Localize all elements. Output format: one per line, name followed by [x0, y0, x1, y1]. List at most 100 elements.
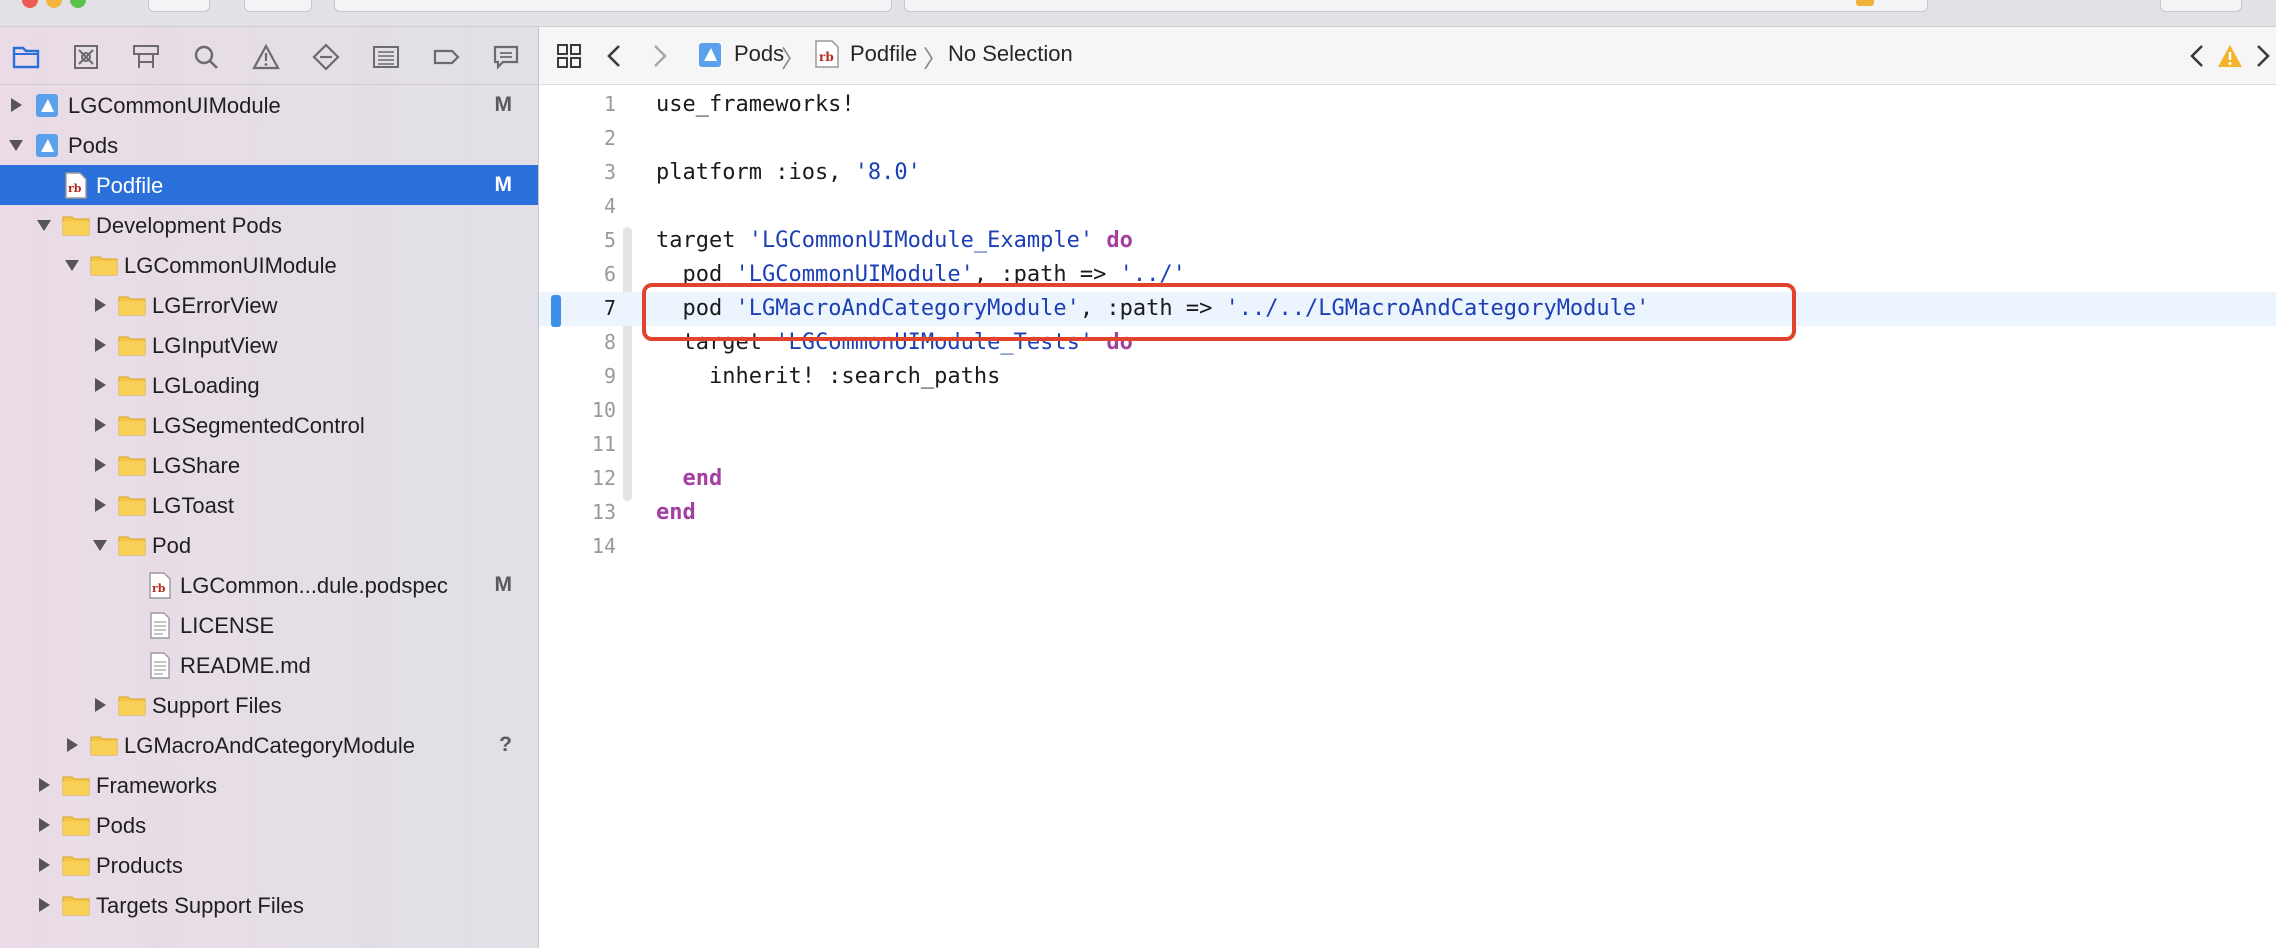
disclosure-collapsed-icon[interactable] — [92, 377, 108, 393]
tree-item-label: Pods — [68, 133, 119, 158]
svg-text:rb: rb — [68, 182, 82, 195]
tree-row[interactable]: LGCommonUIModule — [0, 245, 538, 285]
line-number: 10 — [591, 398, 616, 422]
disclosure-collapsed-icon[interactable] — [92, 337, 108, 353]
tree-row[interactable]: Support Files — [0, 685, 538, 725]
source-change-marker[interactable] — [551, 295, 561, 327]
tree-row[interactable]: Development Pods — [0, 205, 538, 245]
project-navigator-icon[interactable] — [10, 41, 42, 73]
minimize-window-button[interactable] — [46, 0, 62, 8]
code-line[interactable]: 4 — [539, 190, 2276, 224]
code-line[interactable]: 3 platform :ios, '8.0' — [539, 156, 2276, 190]
tree-row[interactable]: Targets Support Files — [0, 885, 538, 925]
report-icon[interactable] — [490, 41, 522, 73]
code-line[interactable]: 9 inherit! :search_paths — [539, 360, 2276, 394]
code-line[interactable]: 14 — [539, 530, 2276, 564]
tree-row[interactable]: Frameworks — [0, 765, 538, 805]
code-line[interactable]: 5 target 'LGCommonUIModule_Example' do — [539, 224, 2276, 258]
window-title-bar — [0, 0, 2276, 27]
tree-row[interactable]: LICENSE — [0, 605, 538, 645]
folder-icon — [90, 736, 118, 756]
source-control-icon[interactable] — [70, 41, 102, 73]
related-items-icon[interactable] — [553, 40, 585, 72]
tree-item-label: LGShare — [152, 453, 241, 478]
symbol-navigator-icon[interactable] — [130, 41, 162, 73]
ruby-file-icon: rb — [65, 172, 87, 199]
run-button[interactable] — [148, 0, 210, 12]
line-number: 8 — [603, 330, 616, 354]
code-line[interactable]: 11 — [539, 428, 2276, 462]
disclosure-collapsed-icon[interactable] — [92, 497, 108, 513]
disclosure-collapsed-icon[interactable] — [92, 457, 108, 473]
next-issue-icon[interactable] — [2246, 40, 2276, 72]
tree-row[interactable]: LGLoading — [0, 365, 538, 405]
tree-item-label: LGLoading — [152, 373, 260, 398]
annotation-highlight-box — [642, 283, 1796, 341]
code-line[interactable]: 2 — [539, 122, 2276, 156]
disclosure-collapsed-icon[interactable] — [36, 777, 52, 793]
disclosure-expanded-icon[interactable] — [64, 257, 80, 273]
tree-row[interactable]: LGCommonUIModule M — [0, 85, 538, 125]
disclosure-collapsed-icon[interactable] — [92, 697, 108, 713]
tree-row[interactable]: rb LGCommon...dule.podspec M — [0, 565, 538, 605]
forward-chevron-icon[interactable] — [643, 40, 675, 72]
close-window-button[interactable] — [22, 0, 38, 8]
code-editor[interactable]: 1 use_frameworks! 2 3 platform :ios, '8.0' 4 5… — [539, 85, 2276, 948]
folder-icon — [118, 496, 146, 516]
tree-row[interactable]: rb Podfile M — [0, 165, 538, 205]
warning-icon[interactable] — [2214, 40, 2246, 72]
disclosure-collapsed-icon[interactable] — [92, 417, 108, 433]
text-file-icon — [150, 652, 170, 679]
breadcrumb-no-selection[interactable]: No Selection — [948, 41, 1073, 67]
disclosure-expanded-icon[interactable] — [36, 217, 52, 233]
library-button[interactable] — [2160, 0, 2242, 12]
disclosure-collapsed-icon[interactable] — [8, 97, 24, 113]
code-line[interactable]: 12 end — [539, 462, 2276, 496]
tree-row[interactable]: Pods — [0, 125, 538, 165]
tree-item-label: LGErrorView — [152, 293, 278, 318]
code-line[interactable]: 10 — [539, 394, 2276, 428]
find-icon[interactable] — [190, 41, 222, 73]
tree-row[interactable]: Products — [0, 845, 538, 885]
tree-item-label: Development Pods — [96, 213, 282, 238]
disclosure-expanded-icon[interactable] — [8, 137, 24, 153]
keyword-token: end — [682, 466, 723, 491]
breadcrumb-pods[interactable]: Pods — [734, 41, 784, 67]
disclosure-expanded-icon[interactable] — [92, 537, 108, 553]
tree-item-label: LGMacroAndCategoryModule — [124, 733, 416, 758]
disclosure-collapsed-icon[interactable] — [36, 817, 52, 833]
tree-row[interactable]: LGInputView — [0, 325, 538, 365]
scheme-selector[interactable] — [334, 0, 892, 12]
code-token: use_frameworks! — [656, 92, 855, 117]
breadcrumb-separator: 〉 — [923, 46, 947, 73]
debug-icon[interactable] — [370, 41, 402, 73]
disclosure-collapsed-icon[interactable] — [92, 297, 108, 313]
code-line[interactable]: 13 end — [539, 496, 2276, 530]
tree-row[interactable]: Pods — [0, 805, 538, 845]
previous-issue-icon[interactable] — [2182, 40, 2214, 72]
line-number: 3 — [603, 160, 616, 184]
tree-item-label: Pods — [96, 813, 147, 838]
disclosure-collapsed-icon[interactable] — [36, 897, 52, 913]
back-chevron-icon[interactable] — [599, 40, 631, 72]
line-number: 14 — [591, 534, 616, 558]
disclosure-collapsed-icon[interactable] — [36, 857, 52, 873]
tree-row[interactable]: LGShare — [0, 445, 538, 485]
code-line[interactable]: 1 use_frameworks! — [539, 88, 2276, 122]
tree-row[interactable]: README.md — [0, 645, 538, 685]
tree-row[interactable]: LGToast — [0, 485, 538, 525]
breakpoint-icon[interactable] — [430, 41, 462, 73]
test-icon[interactable] — [310, 41, 342, 73]
tree-row[interactable]: Pod — [0, 525, 538, 565]
zoom-window-button[interactable] — [70, 0, 86, 8]
breadcrumb-podfile[interactable]: Podfile — [850, 41, 917, 67]
tree-row[interactable]: LGErrorView — [0, 285, 538, 325]
folder-icon — [118, 416, 146, 436]
line-number: 5 — [603, 228, 616, 252]
issue-icon[interactable] — [250, 41, 282, 73]
tree-row[interactable]: LGMacroAndCategoryModule? — [0, 725, 538, 765]
tree-row[interactable]: LGSegmentedControl — [0, 405, 538, 445]
disclosure-collapsed-icon[interactable] — [64, 737, 80, 753]
stop-button[interactable] — [244, 0, 312, 12]
